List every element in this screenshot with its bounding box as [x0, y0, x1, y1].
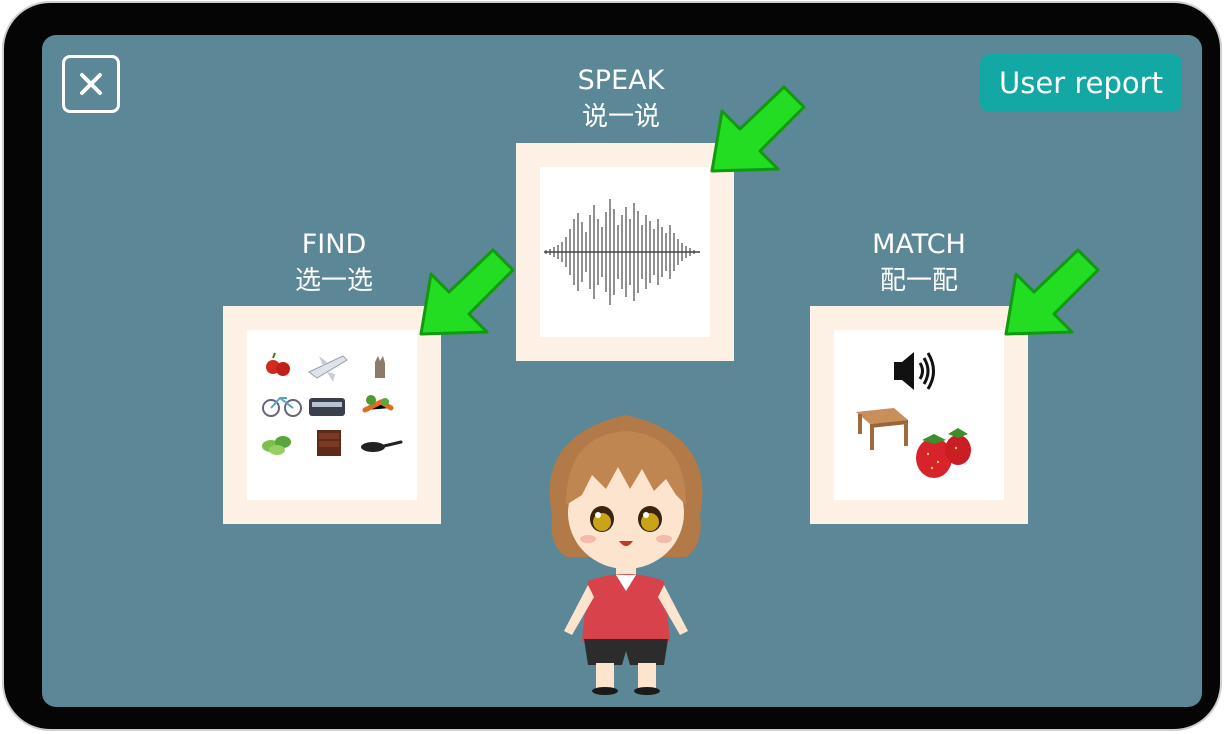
match-title: MATCH	[872, 229, 966, 260]
match-label: MATCH 配一配	[809, 227, 1029, 299]
find-subtitle: 选一选	[294, 266, 373, 296]
speak-label: SPEAK 说一说	[511, 63, 731, 135]
speak-card-image	[540, 167, 710, 337]
tablet-frame: User report SPEAK 说一说 FIND 选一选 MATCH 配一配	[4, 3, 1220, 729]
user-report-label: User report	[999, 66, 1163, 100]
table-illustration	[856, 408, 908, 450]
user-report-button[interactable]: User report	[980, 54, 1182, 112]
find-objects-illustration	[262, 352, 403, 456]
strawberry-illustration	[916, 428, 971, 478]
match-subtitle: 配一配	[879, 266, 958, 296]
close-icon	[80, 73, 102, 95]
sound-wave-icon	[544, 199, 700, 305]
match-card-image	[834, 330, 1004, 500]
speak-pointer-arrow-icon	[710, 85, 806, 173]
find-label: FIND 选一选	[224, 227, 444, 299]
cartoon-girl-avatar	[549, 415, 703, 695]
speaker-icon	[894, 352, 935, 390]
speak-subtitle: 说一说	[581, 102, 660, 132]
close-button[interactable]	[62, 55, 120, 113]
find-card[interactable]	[223, 306, 441, 524]
find-pointer-arrow-icon	[419, 248, 515, 336]
find-title: FIND	[301, 229, 367, 260]
match-illustration	[856, 352, 971, 478]
picture-grid-icon	[247, 330, 417, 500]
match-card[interactable]	[810, 306, 1028, 524]
speak-title: SPEAK	[577, 65, 665, 96]
app-screen: User report SPEAK 说一说 FIND 选一选 MATCH 配一配	[42, 35, 1202, 707]
match-pointer-arrow-icon	[1004, 248, 1100, 336]
speak-card[interactable]	[516, 143, 734, 361]
